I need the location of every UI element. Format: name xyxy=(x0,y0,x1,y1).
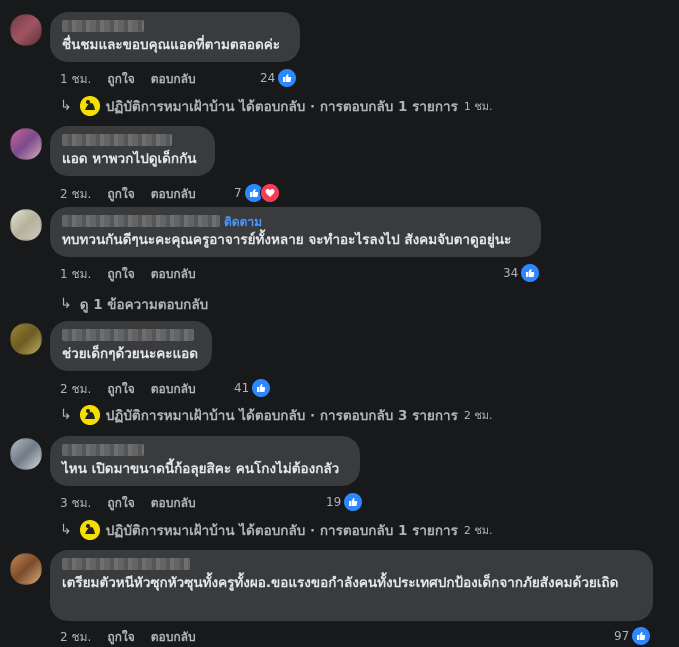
reply-arrow-icon: ↳ xyxy=(60,98,72,114)
timestamp[interactable]: 3 ชม. xyxy=(60,494,91,513)
view-replies-row[interactable]: ↳ ดู 1 ข้อความตอบกลับ xyxy=(60,293,208,315)
avatar[interactable] xyxy=(10,323,42,355)
reply-summary: ปฏิบัติการหมาเฝ้าบ้าน ได้ตอบกลับ · การตอ… xyxy=(105,99,458,115)
reaction-number: 7 xyxy=(234,186,242,200)
page-avatar xyxy=(79,520,100,540)
reply-time: 2 ชม. xyxy=(463,524,493,537)
reaction-number: 41 xyxy=(234,381,250,395)
comment-text: ช่วยเด็กๆด้วยนะคะแอด xyxy=(62,346,199,362)
reaction-count[interactable]: 7 xyxy=(234,183,280,203)
heart-icon xyxy=(259,183,280,203)
reply-arrow-icon: ↳ xyxy=(60,407,72,423)
reply-button[interactable]: ตอบกลับ xyxy=(151,70,196,89)
like-icon xyxy=(520,263,541,283)
reply-summary: ปฏิบัติการหมาเฝ้าบ้าน ได้ตอบกลับ · การตอ… xyxy=(105,523,458,539)
comment-bubble: ไหน เปิดมาขนาดนี้ก้อลุยสิคะ คนโกงไม่ต้อง… xyxy=(50,436,360,486)
reaction-count[interactable]: 97 xyxy=(614,626,652,646)
comment-text: ทบทวนกันดีๆนะคะคุณครูอาจารย์ทั้งหลาย จะท… xyxy=(62,232,512,248)
reaction-number: 19 xyxy=(326,495,342,509)
reply-button[interactable]: ตอบกลับ xyxy=(151,494,196,513)
view-replies-row[interactable]: ↳ ปฏิบัติการหมาเฝ้าบ้าน ได้ตอบกลับ · การ… xyxy=(60,404,493,426)
reply-button[interactable]: ตอบกลับ xyxy=(151,380,196,399)
comment-actions: 2 ชม. ถูกใจ ตอบกลับ xyxy=(60,185,196,204)
blurred-author-name[interactable] xyxy=(62,215,220,227)
comment-text: ชื่นชมและขอบคุณแอดที่ตามตลอดค่ะ xyxy=(62,37,281,53)
comment-bubble: แอด หาพวกไปดูเด็กกัน xyxy=(50,126,215,176)
reaction-number: 97 xyxy=(614,629,630,643)
avatar[interactable] xyxy=(10,553,42,585)
reply-summary: ปฏิบัติการหมาเฝ้าบ้าน ได้ตอบกลับ · การตอ… xyxy=(105,408,458,424)
blurred-author-name[interactable] xyxy=(62,558,190,570)
reaction-number: 24 xyxy=(260,71,276,85)
comment-text: เตรียมตัวหนีหัวซุกหัวซุนทั้งครูทั้งผอ.ขอ… xyxy=(62,575,619,591)
like-icon xyxy=(251,378,272,398)
reply-time: 2 ชม. xyxy=(463,409,493,422)
comment-actions: 2 ชม. ถูกใจ ตอบกลับ xyxy=(60,380,196,399)
timestamp[interactable]: 2 ชม. xyxy=(60,185,91,204)
avatar[interactable] xyxy=(10,438,42,470)
comment-actions: 1 ชม. ถูกใจ ตอบกลับ xyxy=(60,265,196,284)
reply-arrow-icon: ↳ xyxy=(60,296,72,312)
reaction-count[interactable]: 34 xyxy=(503,263,541,283)
comment-text: ไหน เปิดมาขนาดนี้ก้อลุยสิคะ คนโกงไม่ต้อง… xyxy=(62,461,340,477)
reply-button[interactable]: ตอบกลับ xyxy=(151,628,196,647)
comment-bubble: ทบทวนกันดีๆนะคะคุณครูอาจารย์ทั้งหลาย จะท… xyxy=(50,207,541,257)
like-icon xyxy=(631,626,652,646)
page-avatar xyxy=(79,96,100,116)
blurred-author-name[interactable] xyxy=(62,134,172,146)
avatar[interactable] xyxy=(10,128,42,160)
comment-bubble: เตรียมตัวหนีหัวซุกหัวซุนทั้งครูทั้งผอ.ขอ… xyxy=(50,550,653,621)
timestamp[interactable]: 1 ชม. xyxy=(60,70,91,89)
like-button[interactable]: ถูกใจ xyxy=(107,70,134,89)
like-icon xyxy=(277,68,298,88)
reaction-count[interactable]: 19 xyxy=(326,492,364,512)
comment-actions: 2 ชม. ถูกใจ ตอบกลับ xyxy=(60,628,196,647)
reply-button[interactable]: ตอบกลับ xyxy=(151,185,196,204)
page-avatar xyxy=(79,405,100,425)
avatar[interactable] xyxy=(10,209,42,241)
reply-time: 1 ชม. xyxy=(463,100,493,113)
like-button[interactable]: ถูกใจ xyxy=(107,265,134,284)
comment-bubble: ชื่นชมและขอบคุณแอดที่ตามตลอดค่ะ xyxy=(50,12,300,62)
comment-actions: 3 ชม. ถูกใจ ตอบกลับ xyxy=(60,494,196,513)
comment-actions: 1 ชม. ถูกใจ ตอบกลับ xyxy=(60,70,196,89)
blurred-author-name[interactable] xyxy=(62,20,144,32)
view-replies-row[interactable]: ↳ ปฏิบัติการหมาเฝ้าบ้าน ได้ตอบกลับ · การ… xyxy=(60,519,493,541)
reaction-number: 34 xyxy=(503,266,519,280)
like-icon xyxy=(343,492,364,512)
timestamp[interactable]: 1 ชม. xyxy=(60,265,91,284)
blurred-author-name[interactable] xyxy=(62,329,194,341)
view-replies-row[interactable]: ↳ ปฏิบัติการหมาเฝ้าบ้าน ได้ตอบกลับ · การ… xyxy=(60,95,493,117)
follow-link[interactable]: ติดตาม xyxy=(224,213,262,232)
comment-bubble: ช่วยเด็กๆด้วยนะคะแอด xyxy=(50,321,212,371)
timestamp[interactable]: 2 ชม. xyxy=(60,380,91,399)
blurred-author-name[interactable] xyxy=(62,444,144,456)
like-button[interactable]: ถูกใจ xyxy=(107,380,134,399)
reply-button[interactable]: ตอบกลับ xyxy=(151,265,196,284)
comment-text: แอด หาพวกไปดูเด็กกัน xyxy=(62,151,197,167)
reaction-count[interactable]: 41 xyxy=(234,378,272,398)
like-button[interactable]: ถูกใจ xyxy=(107,494,134,513)
timestamp[interactable]: 2 ชม. xyxy=(60,628,91,647)
avatar[interactable] xyxy=(10,14,42,46)
like-button[interactable]: ถูกใจ xyxy=(107,628,134,647)
like-button[interactable]: ถูกใจ xyxy=(107,185,134,204)
reply-arrow-icon: ↳ xyxy=(60,522,72,538)
view-replies-link: ดู 1 ข้อความตอบกลับ xyxy=(79,297,209,313)
reaction-count[interactable]: 24 xyxy=(260,68,298,88)
